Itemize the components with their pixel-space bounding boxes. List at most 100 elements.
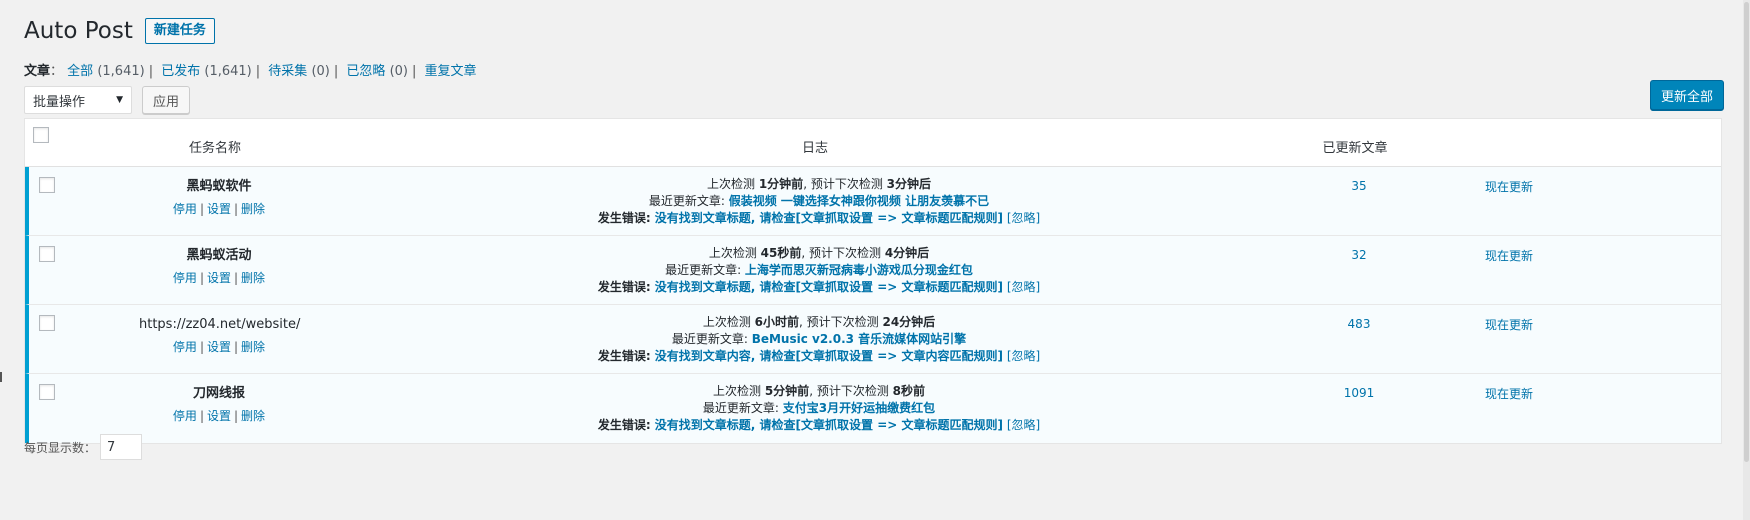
- update-now-link[interactable]: 现在更新: [1449, 385, 1569, 402]
- column-header-log: 日志: [801, 141, 828, 156]
- updated-count-link[interactable]: 483: [1299, 317, 1419, 331]
- updated-count-link[interactable]: 35: [1299, 179, 1419, 193]
- task-name-cell: https://zz04.net/website/ 停用 | 设置 | 删除: [139, 316, 301, 356]
- error-message: 没有找到文章标题, 请检查[文章抓取设置 => 文章标题匹配规则]: [650, 280, 1003, 294]
- row-actions: 停用 | 设置 | 删除: [172, 340, 266, 354]
- filter-pending-label: 待采集: [268, 64, 308, 79]
- page-header: Auto Post 新建任务: [24, 14, 215, 48]
- per-page-input[interactable]: 7: [100, 434, 143, 460]
- task-name-cell: 黑蚂蚁软件 停用 | 设置 | 删除: [139, 178, 299, 218]
- settings-link[interactable]: 设置: [207, 271, 231, 285]
- filter-pending-link[interactable]: 待采集 (0): [268, 64, 330, 79]
- updated-count-link[interactable]: 1091: [1299, 386, 1419, 400]
- log-error-line: 发生错误: 没有找到文章标题, 请检查[文章抓取设置 => 文章标题匹配规则] …: [597, 418, 1041, 432]
- filter-all-link[interactable]: 全部 (1,641): [67, 64, 145, 79]
- latest-post-link[interactable]: 支付宝3月开好运抽缴费红包: [783, 401, 935, 415]
- error-message: 没有找到文章内容, 请检查[文章抓取设置 => 文章内容匹配规则]: [650, 349, 1003, 363]
- log-error-line: 发生错误: 没有找到文章标题, 请检查[文章抓取设置 => 文章标题匹配规则] …: [597, 280, 1041, 294]
- row-checkbox[interactable]: [39, 315, 55, 331]
- filter-label: 文章: [24, 64, 51, 79]
- row-actions: 停用 | 设置 | 删除: [172, 202, 266, 216]
- disable-link[interactable]: 停用: [173, 202, 197, 216]
- page-scrollbar[interactable]: [1743, 0, 1750, 520]
- delete-link[interactable]: 删除: [241, 202, 265, 216]
- log-error-line: 发生错误: 没有找到文章内容, 请检查[文章抓取设置 => 文章内容匹配规则] …: [597, 349, 1041, 363]
- table-row: 刀网线报 停用 | 设置 | 删除 上次检测 5分钟前, 预计下次检测 8秒前 最近更新…: [25, 374, 1721, 443]
- table-row: 黑蚂蚁活动 停用 | 设置 | 删除 上次检测 45秒前, 预计下次检测 4分钟后 最近…: [25, 236, 1721, 305]
- update-all-button[interactable]: 更新全部: [1649, 80, 1724, 110]
- delete-link[interactable]: 删除: [241, 271, 265, 285]
- task-name: 刀网线报: [192, 386, 245, 401]
- row-actions: 停用 | 设置 | 删除: [172, 409, 266, 423]
- filter-ignored-link[interactable]: 已忽略 (0): [346, 64, 408, 79]
- disable-link[interactable]: 停用: [173, 271, 197, 285]
- filter-all-label: 全部: [67, 64, 94, 79]
- update-now-link[interactable]: 现在更新: [1449, 316, 1569, 333]
- ignore-link[interactable]: [忽略]: [1007, 418, 1040, 432]
- ignore-link[interactable]: [忽略]: [1007, 280, 1040, 294]
- log-latest-line: 最近更新文章: 假装视频 一键选择女神跟你视频 让朋友羡慕不已: [648, 194, 990, 208]
- log-cell: 上次检测 1分钟前, 预计下次检测 3分钟后 最近更新文章: 假装视频 一键选择…: [504, 176, 1134, 227]
- filter-published-link[interactable]: 已发布 (1,641): [161, 64, 252, 79]
- task-name: 黑蚂蚁活动: [186, 248, 252, 263]
- error-message: 没有找到文章标题, 请检查[文章抓取设置 => 文章标题匹配规则]: [650, 418, 1003, 432]
- delete-link[interactable]: 删除: [241, 340, 265, 354]
- task-name: 黑蚂蚁软件: [186, 179, 252, 194]
- log-error-line: 发生错误: 没有找到文章标题, 请检查[文章抓取设置 => 文章标题匹配规则] …: [597, 211, 1041, 225]
- row-checkbox[interactable]: [39, 246, 55, 262]
- chevron-down-icon: ▼: [116, 95, 123, 105]
- log-latest-line: 最近更新文章: 上海学而思灭新冠病毒小游戏瓜分现金红包: [665, 263, 973, 277]
- log-cell: 上次检测 6小时前, 预计下次检测 24分钟后 最近更新文章: BeMusic …: [504, 314, 1134, 365]
- filter-label-colon: ：: [50, 64, 64, 79]
- task-name: https://zz04.net/website/: [139, 317, 301, 332]
- select-all-checkbox[interactable]: [33, 127, 49, 143]
- row-checkbox[interactable]: [39, 177, 55, 193]
- log-check-line: 上次检测 45秒前, 预计下次检测 4分钟后: [708, 246, 930, 260]
- bulk-actions-value: 批量操作: [33, 94, 86, 110]
- delete-link[interactable]: 删除: [241, 409, 265, 423]
- row-checkbox[interactable]: [39, 384, 55, 400]
- latest-post-link[interactable]: 上海学而思灭新冠病毒小游戏瓜分现金红包: [745, 263, 973, 277]
- column-header-name[interactable]: 任务名称: [135, 137, 295, 156]
- ignore-link[interactable]: [忽略]: [1007, 349, 1040, 363]
- settings-link[interactable]: 设置: [207, 202, 231, 216]
- latest-post-link[interactable]: BeMusic v2.0.3 音乐流媒体网站引擎: [752, 332, 966, 346]
- log-latest-line: 最近更新文章: BeMusic v2.0.3 音乐流媒体网站引擎: [671, 332, 967, 346]
- updated-count-link[interactable]: 32: [1299, 248, 1419, 262]
- log-latest-line: 最近更新文章: 支付宝3月开好运抽缴费红包: [702, 401, 936, 415]
- table-row: 黑蚂蚁软件 停用 | 设置 | 删除 上次检测 1分钟前, 预计下次检测 3分钟后 最近…: [25, 167, 1721, 236]
- log-cell: 上次检测 5分钟前, 预计下次检测 8秒前 最近更新文章: 支付宝3月开好运抽缴…: [504, 383, 1134, 434]
- task-name-cell: 刀网线报 停用 | 设置 | 删除: [139, 385, 299, 425]
- update-now-link[interactable]: 现在更新: [1449, 247, 1569, 264]
- filter-ignored-count: (0): [389, 64, 408, 79]
- status-filter-links: 文章： 全部 (1,641) | 已发布 (1,641) | 待采集 (0) | 已忽…: [24, 64, 477, 79]
- filter-published-label: 已发布: [161, 64, 201, 79]
- tablenav-top: 批量操作 ▼ 应用 更新全部: [24, 80, 1750, 116]
- scrollbar-thumb[interactable]: [1744, 2, 1749, 462]
- log-cell: 上次检测 45秒前, 预计下次检测 4分钟后 最近更新文章: 上海学而思灭新冠病…: [504, 245, 1134, 296]
- ignore-link[interactable]: [忽略]: [1007, 211, 1040, 225]
- log-check-line: 上次检测 5分钟前, 预计下次检测 8秒前: [713, 384, 925, 398]
- filter-all-count: (1,641): [97, 64, 145, 79]
- filter-duplicate-link[interactable]: 重复文章: [425, 64, 477, 79]
- tasks-table: 任务名称 日志 已更新文章 黑蚂蚁软件 停用 | 设置 | 删除 上次检测 1分钟前, …: [24, 118, 1722, 444]
- settings-link[interactable]: 设置: [207, 409, 231, 423]
- disable-link[interactable]: 停用: [173, 340, 197, 354]
- filter-ignored-label: 已忽略: [346, 64, 386, 79]
- disable-link[interactable]: 停用: [173, 409, 197, 423]
- row-actions: 停用 | 设置 | 删除: [172, 271, 266, 285]
- filter-pending-count: (0): [311, 64, 330, 79]
- page-title: Auto Post: [24, 17, 133, 44]
- table-row: https://zz04.net/website/ 停用 | 设置 | 删除 上次检测 …: [25, 305, 1721, 374]
- edge-marker: [0, 372, 2, 382]
- per-page-label: 每页显示数：: [24, 440, 97, 455]
- column-header-updated[interactable]: 已更新文章: [1295, 137, 1415, 156]
- error-message: 没有找到文章标题, 请检查[文章抓取设置 => 文章标题匹配规则]: [650, 211, 1003, 225]
- latest-post-link[interactable]: 假装视频 一键选择女神跟你视频 让朋友羡慕不已: [729, 194, 989, 208]
- apply-button[interactable]: 应用: [142, 86, 191, 114]
- bulk-actions-select[interactable]: 批量操作 ▼: [24, 86, 132, 114]
- settings-link[interactable]: 设置: [207, 340, 231, 354]
- update-now-link[interactable]: 现在更新: [1449, 178, 1569, 195]
- task-name-cell: 黑蚂蚁活动 停用 | 设置 | 删除: [139, 247, 299, 287]
- add-new-task-button[interactable]: 新建任务: [144, 18, 215, 44]
